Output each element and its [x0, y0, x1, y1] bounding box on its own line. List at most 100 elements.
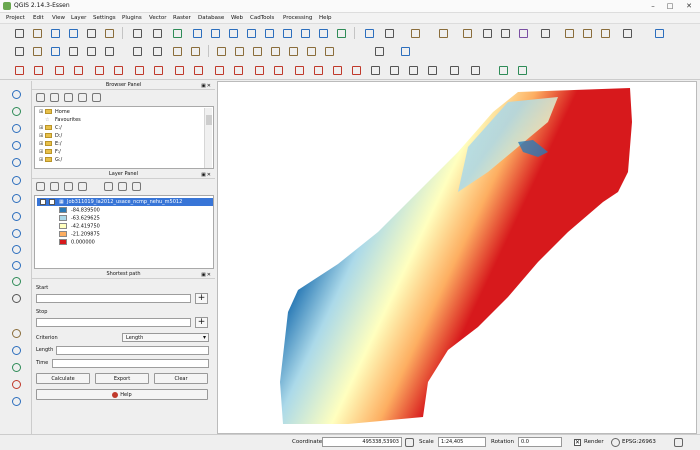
browser-scrollbar[interactable] — [204, 108, 212, 168]
toggle-editing-icon[interactable] — [30, 45, 43, 57]
plugin-tool-2-icon[interactable] — [515, 64, 528, 76]
tree-item-drive-e[interactable]: ⊞ E:/ — [39, 140, 62, 148]
tree-item-drive-f[interactable]: ⊞ F:/ — [39, 148, 61, 156]
terminal-icon[interactable] — [468, 64, 481, 76]
label-tool-icon[interactable] — [214, 45, 227, 57]
menu-raster[interactable]: Raster — [173, 15, 191, 21]
hand-pan-icon[interactable] — [150, 27, 163, 39]
add-wcs-layer-icon[interactable] — [9, 226, 23, 239]
label-pin-icon[interactable] — [232, 45, 245, 57]
layer-tree[interactable]: ▦ Job311019_la2012_usace_ncmp_nehu_m5012… — [34, 195, 214, 269]
cut-features-icon[interactable] — [150, 45, 163, 57]
add-wms-layer-icon[interactable] — [9, 209, 23, 222]
digitize-tool-5-icon[interactable] — [92, 64, 105, 76]
cad-tool-icon[interactable] — [372, 45, 385, 57]
browser-tree[interactable]: ⊞ Home ☆ Favourites ⊞ C:/ ⊞ D:/ ⊞ E:/ ⊞ F:/ ⊞ G… — [34, 106, 214, 169]
help-button[interactable]: Help — [36, 389, 208, 400]
export-button[interactable]: Export — [95, 373, 149, 384]
toggle-extents-icon[interactable] — [405, 438, 414, 447]
menu-plugins[interactable]: Plugins — [122, 15, 142, 21]
menu-project[interactable]: Project — [6, 15, 25, 21]
identify-icon[interactable] — [362, 27, 375, 39]
pan-to-selection-icon[interactable] — [170, 27, 183, 39]
zoom-out-icon[interactable] — [208, 27, 221, 39]
close-icon[interactable]: ✕ — [682, 1, 696, 11]
copy-features-icon[interactable] — [170, 45, 183, 57]
filter-expression-icon[interactable] — [78, 182, 87, 191]
menu-edit[interactable]: Edit — [33, 15, 44, 21]
zoom-in-icon[interactable] — [190, 27, 203, 39]
action-icon[interactable] — [382, 27, 395, 39]
tree-item-home[interactable]: ⊞ Home — [39, 108, 70, 116]
zoom-full-icon[interactable] — [244, 27, 257, 39]
filter-icon[interactable] — [64, 93, 73, 102]
add-delimited-text-icon[interactable] — [9, 258, 23, 271]
messages-icon[interactable] — [674, 438, 683, 447]
tree-item-drive-c[interactable]: ⊞ C:/ — [39, 124, 62, 132]
label-move-icon[interactable] — [268, 45, 281, 57]
panel-float-close-icon[interactable]: ▣✕ — [201, 82, 212, 91]
digitize-tool-19-icon[interactable] — [368, 64, 381, 76]
panel-float-close-icon[interactable]: ▣✕ — [201, 171, 212, 180]
properties-icon[interactable] — [92, 93, 101, 102]
zoom-last-icon[interactable] — [298, 27, 311, 39]
coordinate-field[interactable]: 495338,53903 — [322, 437, 402, 447]
menu-view[interactable]: View — [52, 15, 65, 21]
layer-item[interactable]: ▦ Job311019_la2012_usace_ncmp_nehu_m5012 — [37, 198, 213, 206]
bookmark-icon[interactable] — [580, 27, 593, 39]
label-properties-icon[interactable] — [322, 45, 335, 57]
digitize-tool-16-icon[interactable] — [311, 64, 324, 76]
zoom-next-icon[interactable] — [316, 27, 329, 39]
python-console-icon[interactable] — [398, 45, 411, 57]
calculate-button[interactable]: Calculate — [36, 373, 90, 384]
digitize-tool-12-icon[interactable] — [231, 64, 244, 76]
menu-web[interactable]: Web — [231, 15, 243, 21]
stop-point-input[interactable] — [36, 318, 191, 327]
map-canvas[interactable] — [217, 81, 697, 434]
add-vector-layer-icon[interactable] — [9, 87, 23, 100]
heatmap-icon[interactable] — [9, 377, 23, 390]
menu-vector[interactable]: Vector — [149, 15, 167, 21]
add-selected-icon[interactable] — [36, 93, 45, 102]
digitize-tool-2-icon[interactable] — [31, 64, 44, 76]
digitize-tool-14-icon[interactable] — [271, 64, 284, 76]
digitize-tool-23-icon[interactable] — [447, 64, 460, 76]
georeferencer-icon[interactable] — [9, 360, 23, 373]
statistics-icon[interactable] — [516, 27, 529, 39]
filter-legend-icon[interactable] — [64, 182, 73, 191]
composer-manager-icon[interactable] — [102, 27, 115, 39]
refresh-icon[interactable] — [334, 27, 347, 39]
new-shapefile-icon[interactable] — [9, 274, 23, 287]
menu-database[interactable]: Database — [198, 15, 224, 21]
tree-item-drive-d[interactable]: ⊞ D:/ — [39, 132, 62, 140]
open-project-icon[interactable] — [30, 27, 43, 39]
save-edits-icon[interactable] — [48, 45, 61, 57]
current-edits-icon[interactable] — [12, 45, 25, 57]
add-mssql-layer-icon[interactable] — [9, 155, 23, 168]
deselect-icon[interactable] — [460, 27, 473, 39]
collapse-all-icon[interactable] — [78, 93, 87, 102]
digitize-tool-11-icon[interactable] — [212, 64, 225, 76]
digitize-tool-3-icon[interactable] — [52, 64, 65, 76]
attribute-table-icon[interactable] — [480, 27, 493, 39]
paste-features-icon[interactable] — [188, 45, 201, 57]
select-by-expression-icon[interactable] — [436, 27, 449, 39]
digitize-tool-9-icon[interactable] — [172, 64, 185, 76]
digitize-tool-10-icon[interactable] — [191, 64, 204, 76]
add-feature-icon[interactable] — [66, 45, 79, 57]
collapse-all-icon[interactable] — [118, 182, 127, 191]
menu-layer[interactable]: Layer — [71, 15, 86, 21]
topology-checker-icon[interactable] — [9, 394, 23, 407]
clear-button[interactable]: Clear — [154, 373, 208, 384]
digitize-tool-22-icon[interactable] — [425, 64, 438, 76]
new-spatialite-icon[interactable] — [9, 291, 23, 304]
virtual-layer-icon[interactable] — [9, 326, 23, 339]
annotation-icon[interactable] — [620, 27, 633, 39]
scale-select[interactable]: 1:24,405 — [438, 437, 486, 447]
label-show-hide-icon[interactable] — [250, 45, 263, 57]
add-group-icon[interactable] — [50, 182, 59, 191]
label-rotate-icon[interactable] — [286, 45, 299, 57]
remove-layer-icon[interactable] — [132, 182, 141, 191]
pick-stop-button[interactable]: + — [195, 317, 208, 328]
digitize-tool-21-icon[interactable] — [406, 64, 419, 76]
